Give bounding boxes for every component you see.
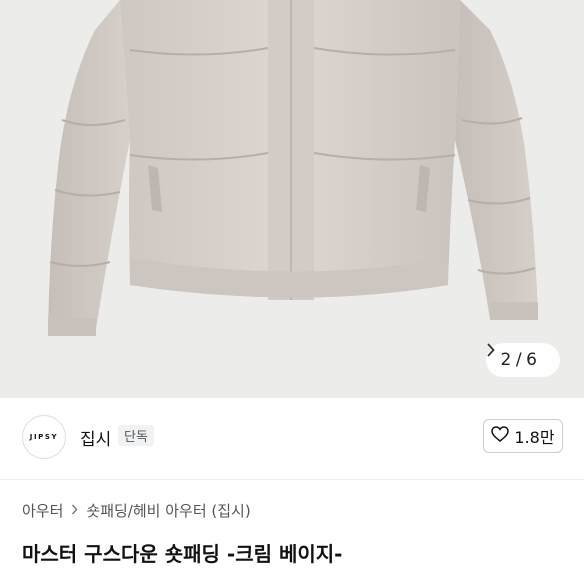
brand-logo-text: JIPSY	[29, 433, 59, 441]
product-image-gallery[interactable]: 2 / 6	[0, 0, 584, 398]
total-image-number: 6	[526, 350, 538, 370]
brand-row: JIPSY 집시 단독 1.8만	[0, 398, 584, 480]
like-button[interactable]: 1.8만	[483, 419, 563, 453]
breadcrumb: 아우터 숏패딩/헤비 아우터 (집시)	[22, 500, 251, 521]
exclusive-badge: 단독	[118, 425, 154, 446]
brand-name[interactable]: 집시	[80, 425, 111, 450]
like-count: 1.8만	[514, 428, 555, 447]
heart-outline-icon	[491, 426, 510, 446]
breadcrumb-item-outer[interactable]: 아우터	[22, 500, 63, 521]
current-image-number: 2	[500, 350, 512, 370]
product-title: 마스터 구스다운 숏패딩 -크림 베이지-	[22, 542, 343, 566]
chevron-right-icon	[71, 503, 78, 519]
counter-separator: /	[515, 350, 523, 370]
breadcrumb-item-short-padding[interactable]: 숏패딩/헤비 아우터 (집시)	[86, 500, 250, 521]
product-photo	[48, 0, 538, 336]
image-counter[interactable]: 2 / 6	[486, 343, 560, 377]
brand-logo[interactable]: JIPSY	[22, 415, 66, 459]
